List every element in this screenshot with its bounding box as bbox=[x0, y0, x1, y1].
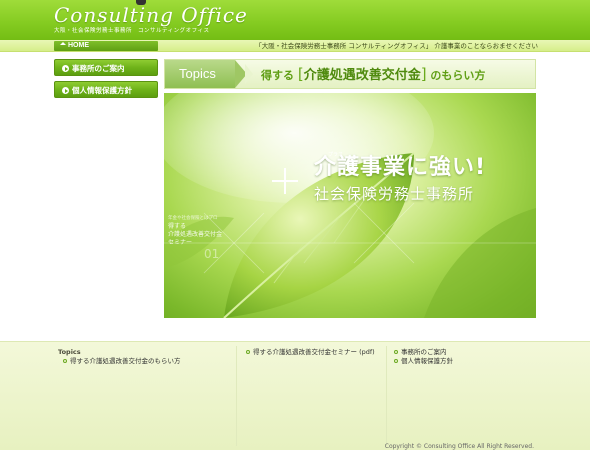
logo-subtitle: 大阪・社会保険労務士事務所 コンサルティングオフィス bbox=[54, 28, 210, 34]
site-footer: Topics 得する介護処遇改善交付金のもらい方 得する介護処遇改善交付金セミナ… bbox=[0, 341, 590, 450]
hero-subheadline: 社会保険労務士事務所 bbox=[314, 185, 475, 203]
breadcrumb-bar: HOME 「大阪・社会保険労務士事務所 コンサルティングオフィス」 介護事業のこ… bbox=[0, 40, 590, 52]
topics-banner[interactable]: Topics 得する [介護処遇改善交付金] のもらい方 bbox=[164, 59, 536, 89]
sidebar-item-label: 個人情報保護方針 bbox=[72, 86, 132, 95]
circle-bullet-icon bbox=[63, 359, 67, 363]
footer-link-label: 得する介護処遇改善交付金のもらい方 bbox=[70, 357, 181, 365]
footer-column-topics: Topics 得する介護処遇改善交付金のもらい方 bbox=[58, 348, 181, 366]
circle-bullet-icon bbox=[394, 359, 398, 363]
topics-title-suffix: のもらい方 bbox=[430, 69, 486, 82]
chevron-inner bbox=[245, 64, 253, 84]
topics-title-main: 介護処遇改善交付金 bbox=[303, 68, 421, 83]
logo-text: Consulting Office bbox=[54, 3, 248, 27]
hero-banner: プラス 介護事業に強い! 社会保険労務士事務所 年金や社会保険とはプロ 得する … bbox=[164, 93, 536, 318]
footer-link[interactable]: 個人情報保護方針 bbox=[394, 357, 453, 366]
overlay-line: 得する bbox=[168, 223, 187, 230]
footer-link[interactable]: 得する介護処遇改善交付金のもらい方 bbox=[58, 357, 181, 366]
overlay-line: 介護処遇改善交付金 bbox=[168, 231, 223, 238]
circle-bullet-icon bbox=[246, 350, 250, 354]
footer-link[interactable]: 得する介護処遇改善交付金セミナー (pdf) bbox=[246, 348, 375, 357]
overlay-line: 年金や社会保険とはプロ bbox=[168, 216, 218, 221]
topics-title: 得する [介護処遇改善交付金] のもらい方 bbox=[261, 60, 485, 90]
footer-link-label: 個人情報保護方針 bbox=[401, 357, 453, 365]
hero-overlay-text: 年金や社会保険とはプロ 得する 介護処遇改善交付金 セミナー 01 bbox=[168, 215, 222, 261]
sidebar-item-privacy-policy[interactable]: 個人情報保護方針 bbox=[54, 81, 158, 98]
footer-column-office: 事務所のご案内 個人情報保護方針 bbox=[394, 348, 453, 366]
site-header: Consulting Office 大阪・社会保険労務士事務所 コンサルティング… bbox=[0, 0, 590, 40]
footer-link[interactable]: 事務所のご案内 bbox=[394, 348, 453, 357]
hero-headline: 介護事業に強い! bbox=[314, 155, 487, 180]
footer-link-label: 事務所のご案内 bbox=[401, 348, 447, 356]
footer-column-seminar: 得する介護処遇改善交付金セミナー (pdf) bbox=[246, 348, 375, 357]
sidebar-item-office-info[interactable]: 事務所のご案内 bbox=[54, 59, 158, 76]
home-icon bbox=[60, 42, 66, 45]
circle-bullet-icon bbox=[394, 350, 398, 354]
copyright-text: Copyright © Consulting Office All Right … bbox=[384, 443, 534, 450]
arrow-circle-icon bbox=[62, 65, 69, 72]
bracket-close: ] bbox=[420, 65, 427, 83]
site-tagline: 「大阪・社会保険労務士事務所 コンサルティングオフィス」 介護事業のことならおま… bbox=[255, 42, 538, 50]
overlay-line: セミナー bbox=[168, 239, 193, 246]
site-logo[interactable]: Consulting Office 大阪・社会保険労務士事務所 コンサルティング… bbox=[54, 3, 248, 35]
footer-link-label: 得する介護処遇改善交付金セミナー (pdf) bbox=[253, 348, 375, 356]
home-button[interactable]: HOME bbox=[54, 41, 158, 51]
hero-leaf-graphic bbox=[164, 93, 536, 318]
overlay-number: 01 bbox=[204, 247, 220, 261]
home-label: HOME bbox=[68, 42, 89, 49]
sidebar-item-label: 事務所のご案内 bbox=[72, 64, 125, 73]
topics-title-prefix: 得する bbox=[261, 69, 294, 82]
topics-tab-label: Topics bbox=[165, 60, 235, 88]
footer-heading: Topics bbox=[58, 348, 81, 356]
arrow-circle-icon bbox=[62, 87, 69, 94]
footer-divider bbox=[386, 346, 387, 446]
footer-divider bbox=[236, 346, 237, 446]
